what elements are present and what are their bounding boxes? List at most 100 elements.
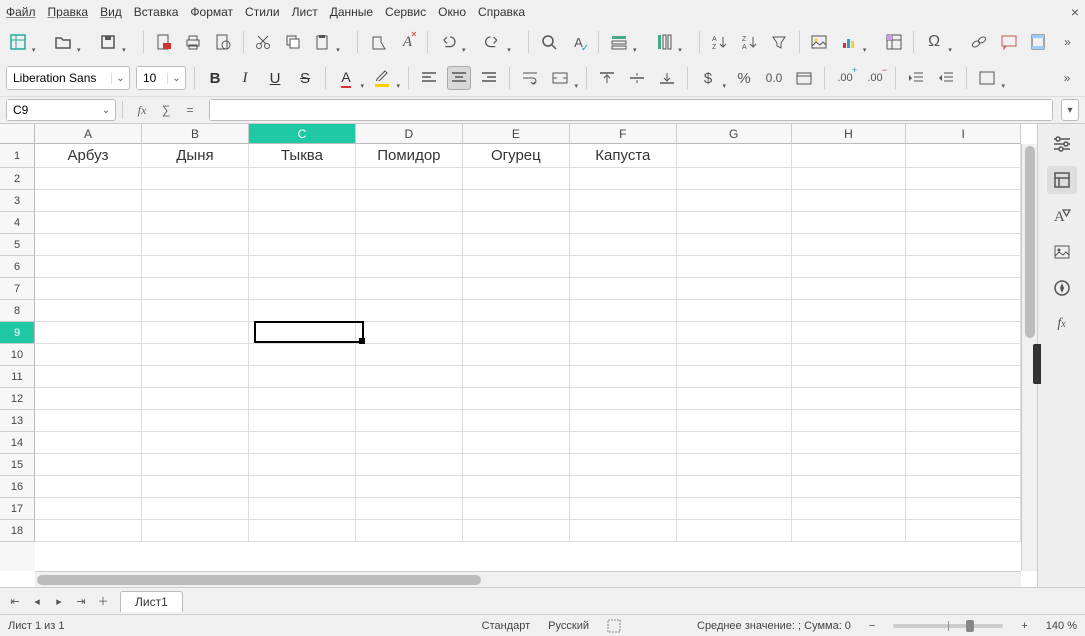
row-header-5[interactable]: 5 [0,234,35,256]
cell-I10[interactable] [906,344,1021,366]
sidebar-properties-icon[interactable] [1047,166,1077,194]
cell-F6[interactable] [570,256,677,278]
cell-A17[interactable] [35,498,142,520]
sidebar-settings-icon[interactable] [1047,130,1077,158]
cell-C6[interactable] [249,256,356,278]
tab-prev-button[interactable]: ◂ [28,592,46,610]
cell-C5[interactable] [249,234,356,256]
status-summary[interactable]: Среднее значение: ; Сумма: 0 [697,620,851,632]
cell-B1[interactable]: Дыня [142,144,249,168]
align-center-button[interactable] [447,66,471,90]
cell-A4[interactable] [35,212,142,234]
cell-I2[interactable] [906,168,1021,190]
cell-G1[interactable] [677,144,792,168]
cell-C16[interactable] [249,476,356,498]
cell-B17[interactable] [142,498,249,520]
cell-H10[interactable] [792,344,907,366]
sort-asc-button[interactable]: AZ [708,30,731,54]
cell-B12[interactable] [142,388,249,410]
cell-D3[interactable] [356,190,463,212]
cell-I14[interactable] [906,432,1021,454]
cell-B2[interactable] [142,168,249,190]
cell-B15[interactable] [142,454,249,476]
font-name-combo[interactable]: ⌄ [6,66,130,90]
cell-C4[interactable] [249,212,356,234]
cell-D2[interactable] [356,168,463,190]
cell-C10[interactable] [249,344,356,366]
row-ops-button[interactable] [607,30,630,54]
cell-C1[interactable]: Тыква [249,144,356,168]
cell-G4[interactable] [677,212,792,234]
cell-A5[interactable] [35,234,142,256]
menu-view[interactable]: Вид [100,5,122,19]
clone-formatting-button[interactable] [366,30,389,54]
cell-H6[interactable] [792,256,907,278]
valign-top-button[interactable] [595,66,619,90]
cell-D14[interactable] [356,432,463,454]
cell-F18[interactable] [570,520,677,542]
cell-G6[interactable] [677,256,792,278]
cell-A12[interactable] [35,388,142,410]
cell-E5[interactable] [463,234,570,256]
formula-expand-button[interactable]: ▾ [1061,99,1079,121]
insert-image-button[interactable] [808,30,831,54]
cell-F10[interactable] [570,344,677,366]
cell-F2[interactable] [570,168,677,190]
cell-D5[interactable] [356,234,463,256]
tab-first-button[interactable]: ⇤ [6,592,24,610]
font-color-button[interactable]: A [334,66,358,90]
row-header-1[interactable]: 1 [0,144,35,168]
strike-button[interactable]: S [293,66,317,90]
cell-B14[interactable] [142,432,249,454]
cell-A15[interactable] [35,454,142,476]
cell-F11[interactable] [570,366,677,388]
row-header-3[interactable]: 3 [0,190,35,212]
cell-F13[interactable] [570,410,677,432]
bold-button[interactable]: B [203,66,227,90]
cell-E3[interactable] [463,190,570,212]
cell-H3[interactable] [792,190,907,212]
sort-desc-button[interactable]: ZA [738,30,761,54]
sum-icon[interactable]: ∑ [157,101,175,119]
cell-H9[interactable] [792,322,907,344]
cell-H16[interactable] [792,476,907,498]
cell-F7[interactable] [570,278,677,300]
row-header-6[interactable]: 6 [0,256,35,278]
cell-C13[interactable] [249,410,356,432]
cell-I8[interactable] [906,300,1021,322]
cell-F5[interactable] [570,234,677,256]
cell-D8[interactable] [356,300,463,322]
cell-H2[interactable] [792,168,907,190]
zoom-in-button[interactable]: + [1021,620,1027,632]
open-button[interactable] [51,30,74,54]
col-header-A[interactable]: A [35,124,142,144]
zoom-level[interactable]: 140 % [1046,620,1077,632]
function-wizard-icon[interactable]: fx [133,101,151,119]
cell-A18[interactable] [35,520,142,542]
formula-input[interactable] [210,100,1052,120]
cell-E16[interactable] [463,476,570,498]
cell-A8[interactable] [35,300,142,322]
cell-I6[interactable] [906,256,1021,278]
cell-B7[interactable] [142,278,249,300]
menu-styles[interactable]: Стили [245,5,280,19]
cell-I5[interactable] [906,234,1021,256]
number-format-button[interactable]: 0.0 [762,66,786,90]
cell-H15[interactable] [792,454,907,476]
cell-I3[interactable] [906,190,1021,212]
menu-file[interactable]: Файл [6,5,36,19]
find-button[interactable] [537,30,560,54]
underline-button[interactable]: U [263,66,287,90]
cell-D18[interactable] [356,520,463,542]
row-header-16[interactable]: 16 [0,476,35,498]
row-header-17[interactable]: 17 [0,498,35,520]
font-name-input[interactable] [7,67,111,89]
toolbar-overflow-button[interactable]: » [1056,30,1079,54]
add-decimal-button[interactable]: .00+ [833,66,857,90]
cell-I12[interactable] [906,388,1021,410]
sidebar-gallery-icon[interactable] [1047,238,1077,266]
paste-button[interactable] [310,30,333,54]
horizontal-scrollbar[interactable] [35,571,1021,587]
cut-button[interactable] [252,30,275,54]
merge-cells-button[interactable] [548,66,572,90]
